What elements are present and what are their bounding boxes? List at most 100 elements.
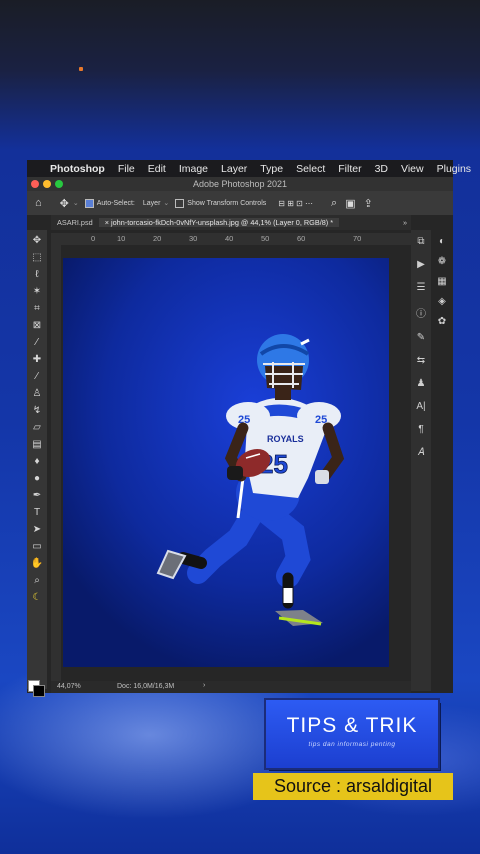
tool-preset-chevron-icon[interactable]: ⌄ (73, 199, 79, 207)
zoom-window-button[interactable] (55, 180, 63, 188)
brush-panel-icon[interactable]: ✎ (417, 332, 425, 343)
layers-panel-icon[interactable]: ◈ (438, 296, 446, 307)
vertical-ruler (51, 245, 61, 681)
tab-active-document[interactable]: × john-torcasio-fkDch-0vNfY-unsplash.jpg… (98, 218, 340, 227)
clone-source-icon[interactable]: ♟ (417, 378, 426, 389)
menu-filter[interactable]: Filter (338, 163, 361, 175)
close-window-button[interactable] (31, 180, 39, 188)
menu-select[interactable]: Select (296, 163, 325, 175)
tips-subtitle: tips dan informasi penting (308, 741, 396, 748)
ruler-tick: 30 (189, 234, 198, 243)
document-tabbar: ASARI.psd × john-torcasio-fkDch-0vNfY-un… (51, 215, 411, 230)
channels-panel-icon[interactable]: ✿ (438, 316, 446, 327)
tab-asari[interactable]: ASARI.psd (51, 218, 99, 227)
move-tool-icon[interactable]: ✥ (60, 197, 69, 210)
ruler-tick: 40 (225, 234, 234, 243)
move-tool[interactable]: ✥ (33, 234, 41, 248)
minimize-window-button[interactable] (43, 180, 51, 188)
eyedropper-tool[interactable]: ⁄ (36, 336, 38, 350)
show-transform-label: Show Transform Controls (187, 199, 267, 207)
menu-image[interactable]: Image (179, 163, 208, 175)
gradient-tool[interactable]: ▤ (32, 438, 41, 452)
properties-panel-icon[interactable]: ⇆ (417, 355, 425, 366)
healing-tool[interactable]: ✚ (33, 353, 41, 367)
ruler-tick: 10 (117, 234, 126, 243)
stamp-tool[interactable]: ♙ (33, 387, 42, 401)
color-panel-icon[interactable]: ◐ (439, 236, 445, 247)
workspace-icon[interactable]: ▣ (345, 197, 355, 210)
history-panel-icon[interactable]: ⧉ (417, 236, 424, 247)
lasso-tool[interactable]: ℓ (35, 268, 38, 282)
more-tabs-icon[interactable]: » (403, 218, 411, 227)
tips-trik-banner: TIPS & TRIK tips dan informasi penting (266, 700, 438, 768)
character-panel-icon[interactable]: A| (416, 401, 425, 412)
close-tab-icon[interactable]: × (105, 218, 109, 227)
share-icon[interactable]: ⇪ (364, 197, 373, 210)
align-icons[interactable]: ⊟ ⊞ ⊡ ⋯ (278, 199, 313, 208)
hand-tool[interactable]: ✋ (31, 557, 43, 571)
paragraph-panel-icon[interactable]: ¶ (418, 424, 423, 435)
ruler-tick: 0 (91, 234, 96, 243)
menu-view[interactable]: View (401, 163, 424, 175)
eraser-tool[interactable]: ▱ (33, 421, 41, 435)
type-tool[interactable]: T (34, 506, 40, 520)
blur-tool[interactable]: ♦ (34, 455, 39, 469)
panel-dock-strip-right: ◐ ❁ ▦ ◈ ✿ (431, 230, 453, 356)
info-panel-icon[interactable]: ⓘ (416, 305, 426, 320)
banana-icon: ☾ (32, 592, 42, 603)
document-canvas[interactable]: 25 25 ROYALS 25 (63, 258, 389, 667)
status-arrow-icon[interactable]: › (203, 682, 205, 689)
background-color-swatch[interactable] (33, 685, 45, 697)
menu-edit[interactable]: Edit (148, 163, 166, 175)
pen-tool[interactable]: ✒ (33, 489, 41, 503)
dodge-tool[interactable]: ● (34, 472, 40, 486)
zoom-level[interactable]: 44,07% (57, 683, 81, 690)
crop-tool[interactable]: ⌗ (34, 302, 40, 316)
active-tab-label: john-torcasio-fkDch-0vNfY-unsplash.jpg @… (111, 218, 334, 227)
horizontal-ruler: 0 10 20 30 40 50 60 70 (51, 233, 411, 245)
brush-tool[interactable]: ∕ (36, 370, 38, 384)
recording-indicator (79, 67, 83, 71)
menu-layer[interactable]: Layer (221, 163, 247, 175)
swatches-panel-icon[interactable]: ❁ (438, 256, 446, 267)
doc-size: Doc: 16,0M/16,3M (117, 683, 175, 690)
auto-select-dropdown[interactable]: Layer (143, 200, 161, 207)
menu-type[interactable]: Type (260, 163, 283, 175)
menu-plugins[interactable]: Plugins (437, 163, 471, 175)
options-bar: ⌂ ✥ ⌄ Auto-Select: Layer ⌄ Show Transfor… (27, 191, 453, 215)
dropdown-chevron-icon: ⌄ (163, 200, 170, 207)
menu-file[interactable]: File (118, 163, 135, 175)
window-titlebar: Adobe Photoshop 2021 (27, 177, 453, 191)
window-title: Adobe Photoshop 2021 (192, 179, 288, 189)
libraries-panel-icon[interactable]: ▦ (437, 276, 446, 287)
tools-panel: ✥ ⬚ ℓ ✶ ⌗ ⊠ ⁄ ✚ ∕ ♙ ↯ ▱ ▤ ♦ ● ✒ T ➤ ▭ ✋ … (27, 230, 47, 697)
magic-wand-tool[interactable]: ✶ (33, 285, 41, 299)
home-icon[interactable]: ⌂ (35, 197, 42, 209)
photoshop-window: Adobe Photoshop 2021 ⌂ ✥ ⌄ Auto-Select: … (27, 177, 453, 697)
search-icon[interactable]: ⌕ (331, 197, 337, 210)
app-menu[interactable]: Photoshop (50, 163, 105, 175)
panel-dock-strip: ⧉ ▶ ☰ ⓘ ✎ ⇆ ♟ A| ¶ 𝐴 (411, 230, 431, 691)
ruler-tick: 60 (297, 234, 306, 243)
history-brush-tool[interactable]: ↯ (33, 404, 41, 418)
status-bar: 44,07% Doc: 16,0M/16,3M › (51, 681, 411, 693)
show-transform-checkbox[interactable] (175, 198, 185, 208)
ruler-tick: 20 (153, 234, 162, 243)
glyphs-panel-icon[interactable]: 𝐴 (418, 447, 425, 458)
auto-select-checkbox[interactable] (84, 198, 94, 208)
football-player-image: 25 25 ROYALS 25 (156, 334, 345, 626)
tips-title: TIPS & TRIK (286, 714, 418, 737)
jersey-team-name: ROYALS (267, 434, 304, 444)
auto-select-label: Auto-Select: (96, 199, 135, 207)
marquee-tool[interactable]: ⬚ (32, 251, 41, 265)
menu-3d[interactable]: 3D (375, 163, 388, 175)
actions-play-icon[interactable]: ▶ (417, 259, 425, 270)
mac-menubar: Photoshop File Edit Image Layer Type Sel… (27, 160, 471, 177)
path-select-tool[interactable]: ➤ (33, 523, 41, 537)
ruler-tick: 70 (353, 234, 362, 243)
frame-tool[interactable]: ⊠ (33, 319, 41, 333)
zoom-tool[interactable]: ⌕ (34, 574, 40, 588)
shape-tool[interactable]: ▭ (32, 540, 41, 554)
adjustments-panel-icon[interactable]: ☰ (417, 282, 426, 293)
ruler-tick: 50 (261, 234, 270, 243)
